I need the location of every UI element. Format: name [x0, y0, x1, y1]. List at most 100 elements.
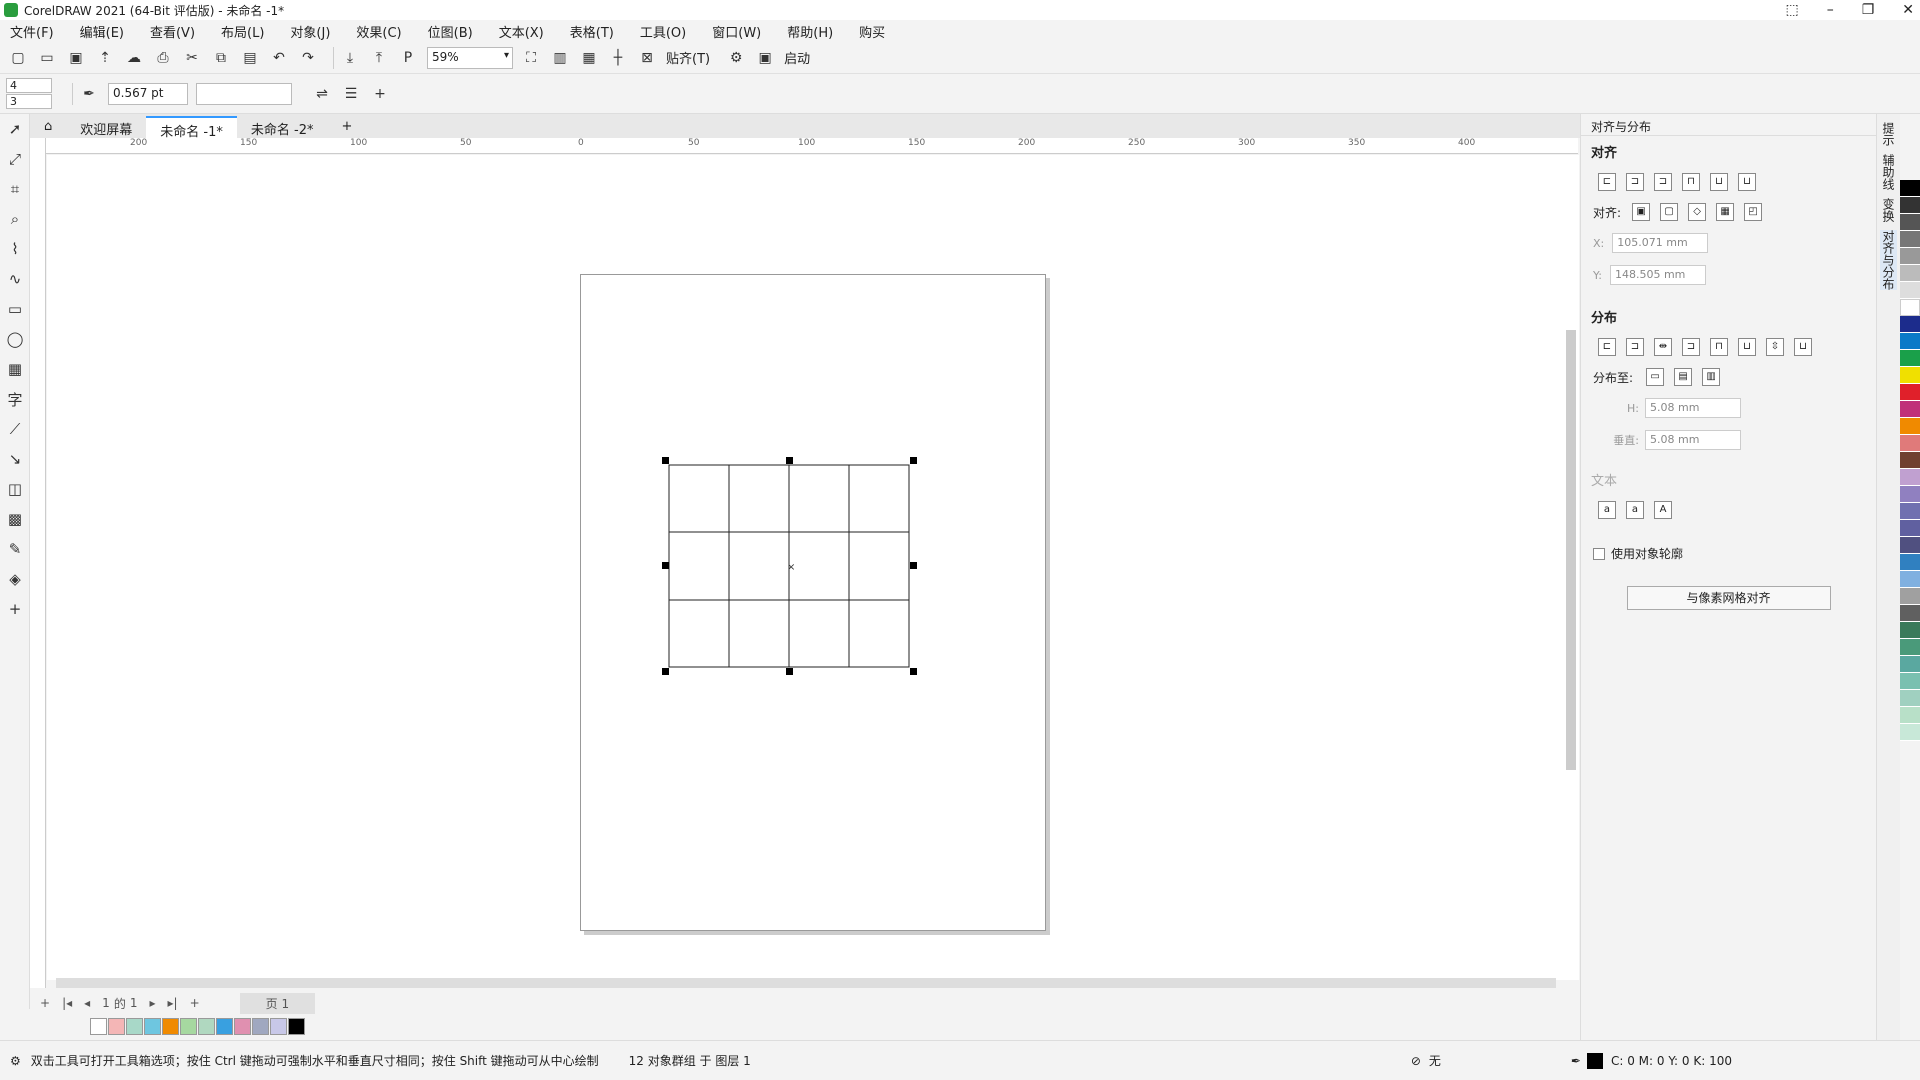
color-swatch[interactable] — [1900, 418, 1920, 435]
distribute-to-page-icon[interactable]: ▤ — [1674, 368, 1693, 386]
color-swatch[interactable] — [1900, 333, 1920, 350]
add-icon[interactable]: + — [370, 84, 390, 104]
rectangle-tool-icon[interactable]: ▭ — [0, 294, 30, 324]
menu-text[interactable]: 文本(X) — [499, 22, 544, 41]
distribute-left-icon[interactable]: ⊏ — [1598, 338, 1616, 356]
palette-swatch[interactable] — [288, 1017, 305, 1035]
close-button[interactable]: ✕ — [1902, 2, 1914, 18]
shape-tool-icon[interactable]: ⤢ — [0, 144, 30, 174]
palette-swatch[interactable] — [234, 1017, 251, 1035]
color-swatch[interactable] — [1900, 452, 1920, 469]
import-icon[interactable]: ⤓ — [340, 48, 360, 68]
align-top-icon[interactable]: ⊓ — [1682, 173, 1700, 191]
ellipse-tool-icon[interactable]: ◯ — [0, 324, 30, 354]
new-document-icon[interactable]: ▢ — [8, 48, 28, 68]
menu-effects[interactable]: 效果(C) — [356, 22, 401, 41]
align-right-icon[interactable]: ⊐ — [1654, 173, 1672, 191]
color-swatch[interactable] — [1900, 503, 1920, 520]
align-to-pixel-grid-button[interactable]: 与像素网格对齐 — [1626, 586, 1831, 610]
color-swatch[interactable] — [1900, 537, 1920, 554]
distribute-center-v-icon[interactable]: ⊔ — [1738, 338, 1756, 356]
color-swatch[interactable] — [1900, 367, 1920, 384]
fill-tool-icon[interactable]: ◈ — [0, 564, 30, 594]
color-swatch[interactable] — [1900, 248, 1920, 265]
text-bounding-box-icon[interactable]: A — [1654, 501, 1672, 519]
open-icon[interactable]: ▭ — [37, 48, 57, 68]
palette-swatch[interactable] — [198, 1017, 215, 1035]
page-tab[interactable]: 页 1 — [239, 992, 316, 1014]
palette-swatch[interactable] — [162, 1017, 179, 1035]
color-swatch[interactable] — [1900, 299, 1920, 316]
color-swatch[interactable] — [1900, 384, 1920, 401]
help-icon[interactable]: ⬚ — [1785, 2, 1798, 18]
palette-swatch[interactable] — [252, 1017, 269, 1035]
color-swatch[interactable] — [1900, 571, 1920, 588]
palette-swatch[interactable] — [108, 1017, 125, 1035]
text-tool-icon[interactable]: 字 — [0, 384, 30, 414]
color-swatch[interactable] — [1900, 605, 1920, 622]
palette-swatch[interactable] — [216, 1017, 233, 1035]
distribute-center-h-icon[interactable]: ⊐ — [1626, 338, 1644, 356]
add-tool-icon[interactable]: + — [0, 594, 30, 624]
outline-width-input[interactable]: 0.567 pt — [108, 82, 188, 105]
menu-help[interactable]: 帮助(H) — [787, 22, 833, 41]
color-swatch[interactable] — [1900, 707, 1920, 724]
restore-button[interactable]: ❐ — [1862, 2, 1875, 18]
text-first-baseline-icon[interactable]: a — [1598, 501, 1616, 519]
color-swatch[interactable] — [1900, 180, 1920, 197]
menu-object[interactable]: 对象(J) — [290, 22, 330, 41]
cloud-icon[interactable]: ☁ — [124, 48, 144, 68]
copy-icon[interactable]: ⧉ — [211, 48, 231, 68]
eyedropper-icon[interactable]: ✎ — [0, 534, 30, 564]
undo-icon[interactable]: ↶ — [269, 48, 289, 68]
distribute-right-icon[interactable]: ⊐ — [1682, 338, 1700, 356]
export-icon[interactable]: ⤒ — [369, 48, 389, 68]
color-swatch[interactable] — [1900, 486, 1920, 503]
menu-edit[interactable]: 编辑(E) — [80, 22, 124, 41]
align-center-v-icon[interactable]: ⊔ — [1710, 173, 1728, 191]
options-gear-icon[interactable]: ⚙ — [726, 48, 746, 68]
menu-bitmaps[interactable]: 位图(B) — [428, 22, 473, 41]
last-page-icon[interactable]: ▸| — [168, 996, 178, 1010]
freehand-tool-icon[interactable]: ⌇ — [0, 234, 30, 264]
snap-to-dropdown[interactable]: 贴齐(T) — [666, 48, 710, 67]
color-swatch[interactable] — [1900, 316, 1920, 333]
menu-layout[interactable]: 布局(L) — [221, 22, 264, 41]
color-swatch[interactable] — [1900, 435, 1920, 452]
launch-dropdown[interactable]: 启动 — [784, 48, 810, 67]
color-swatch[interactable] — [1900, 469, 1920, 486]
redo-icon[interactable]: ↷ — [298, 48, 318, 68]
zoom-tool-icon[interactable]: ⌕ — [0, 204, 30, 234]
distribute-to-spacing-icon[interactable]: ▥ — [1702, 368, 1721, 386]
align-to-active-icon[interactable]: ▣ — [1632, 203, 1651, 221]
x-position-field[interactable]: 105.071 mm — [1612, 233, 1709, 253]
connector-tool-icon[interactable]: ↘ — [0, 444, 30, 474]
guidelines-icon[interactable]: ┼ — [608, 48, 628, 68]
distribute-bottom-icon[interactable]: ⊔ — [1794, 338, 1812, 356]
color-swatch[interactable] — [1900, 622, 1920, 639]
table-rows-input[interactable]: 4 — [6, 78, 52, 93]
horizontal-ruler[interactable]: 200 150 100 50 0 50 100 150 200 250 300 … — [38, 138, 1578, 154]
dimension-tool-icon[interactable]: ⟋ — [0, 414, 30, 444]
color-swatch[interactable] — [1900, 520, 1920, 537]
palette-swatch[interactable] — [270, 1017, 287, 1035]
color-swatch[interactable] — [1900, 639, 1920, 656]
menu-view[interactable]: 查看(V) — [150, 22, 195, 41]
add-page-end-icon[interactable]: + — [190, 996, 200, 1010]
use-outline-checkbox[interactable] — [1593, 547, 1605, 560]
pdf-icon[interactable]: P — [398, 48, 418, 68]
menu-tools[interactable]: 工具(O) — [640, 22, 686, 41]
pick-tool-icon[interactable]: ➚ — [0, 114, 30, 144]
align-to-page-center-icon[interactable]: ◇ — [1688, 203, 1707, 221]
align-bottom-icon[interactable]: ⊔ — [1738, 173, 1756, 191]
color-swatch[interactable] — [1900, 197, 1920, 214]
next-page-icon[interactable]: ▸ — [149, 996, 155, 1010]
docker-tab-align[interactable]: 对齐与分布 — [1880, 230, 1897, 290]
no-color-swatch[interactable] — [90, 1017, 107, 1035]
print-icon[interactable]: ⎙ — [153, 48, 173, 68]
color-swatch[interactable] — [1900, 588, 1920, 605]
gear-icon[interactable]: ⚙ — [10, 1054, 21, 1068]
add-page-icon[interactable]: + — [40, 996, 50, 1010]
distribute-top-icon[interactable]: ⊓ — [1710, 338, 1728, 356]
align-left-icon[interactable]: ⊏ — [1598, 173, 1616, 191]
